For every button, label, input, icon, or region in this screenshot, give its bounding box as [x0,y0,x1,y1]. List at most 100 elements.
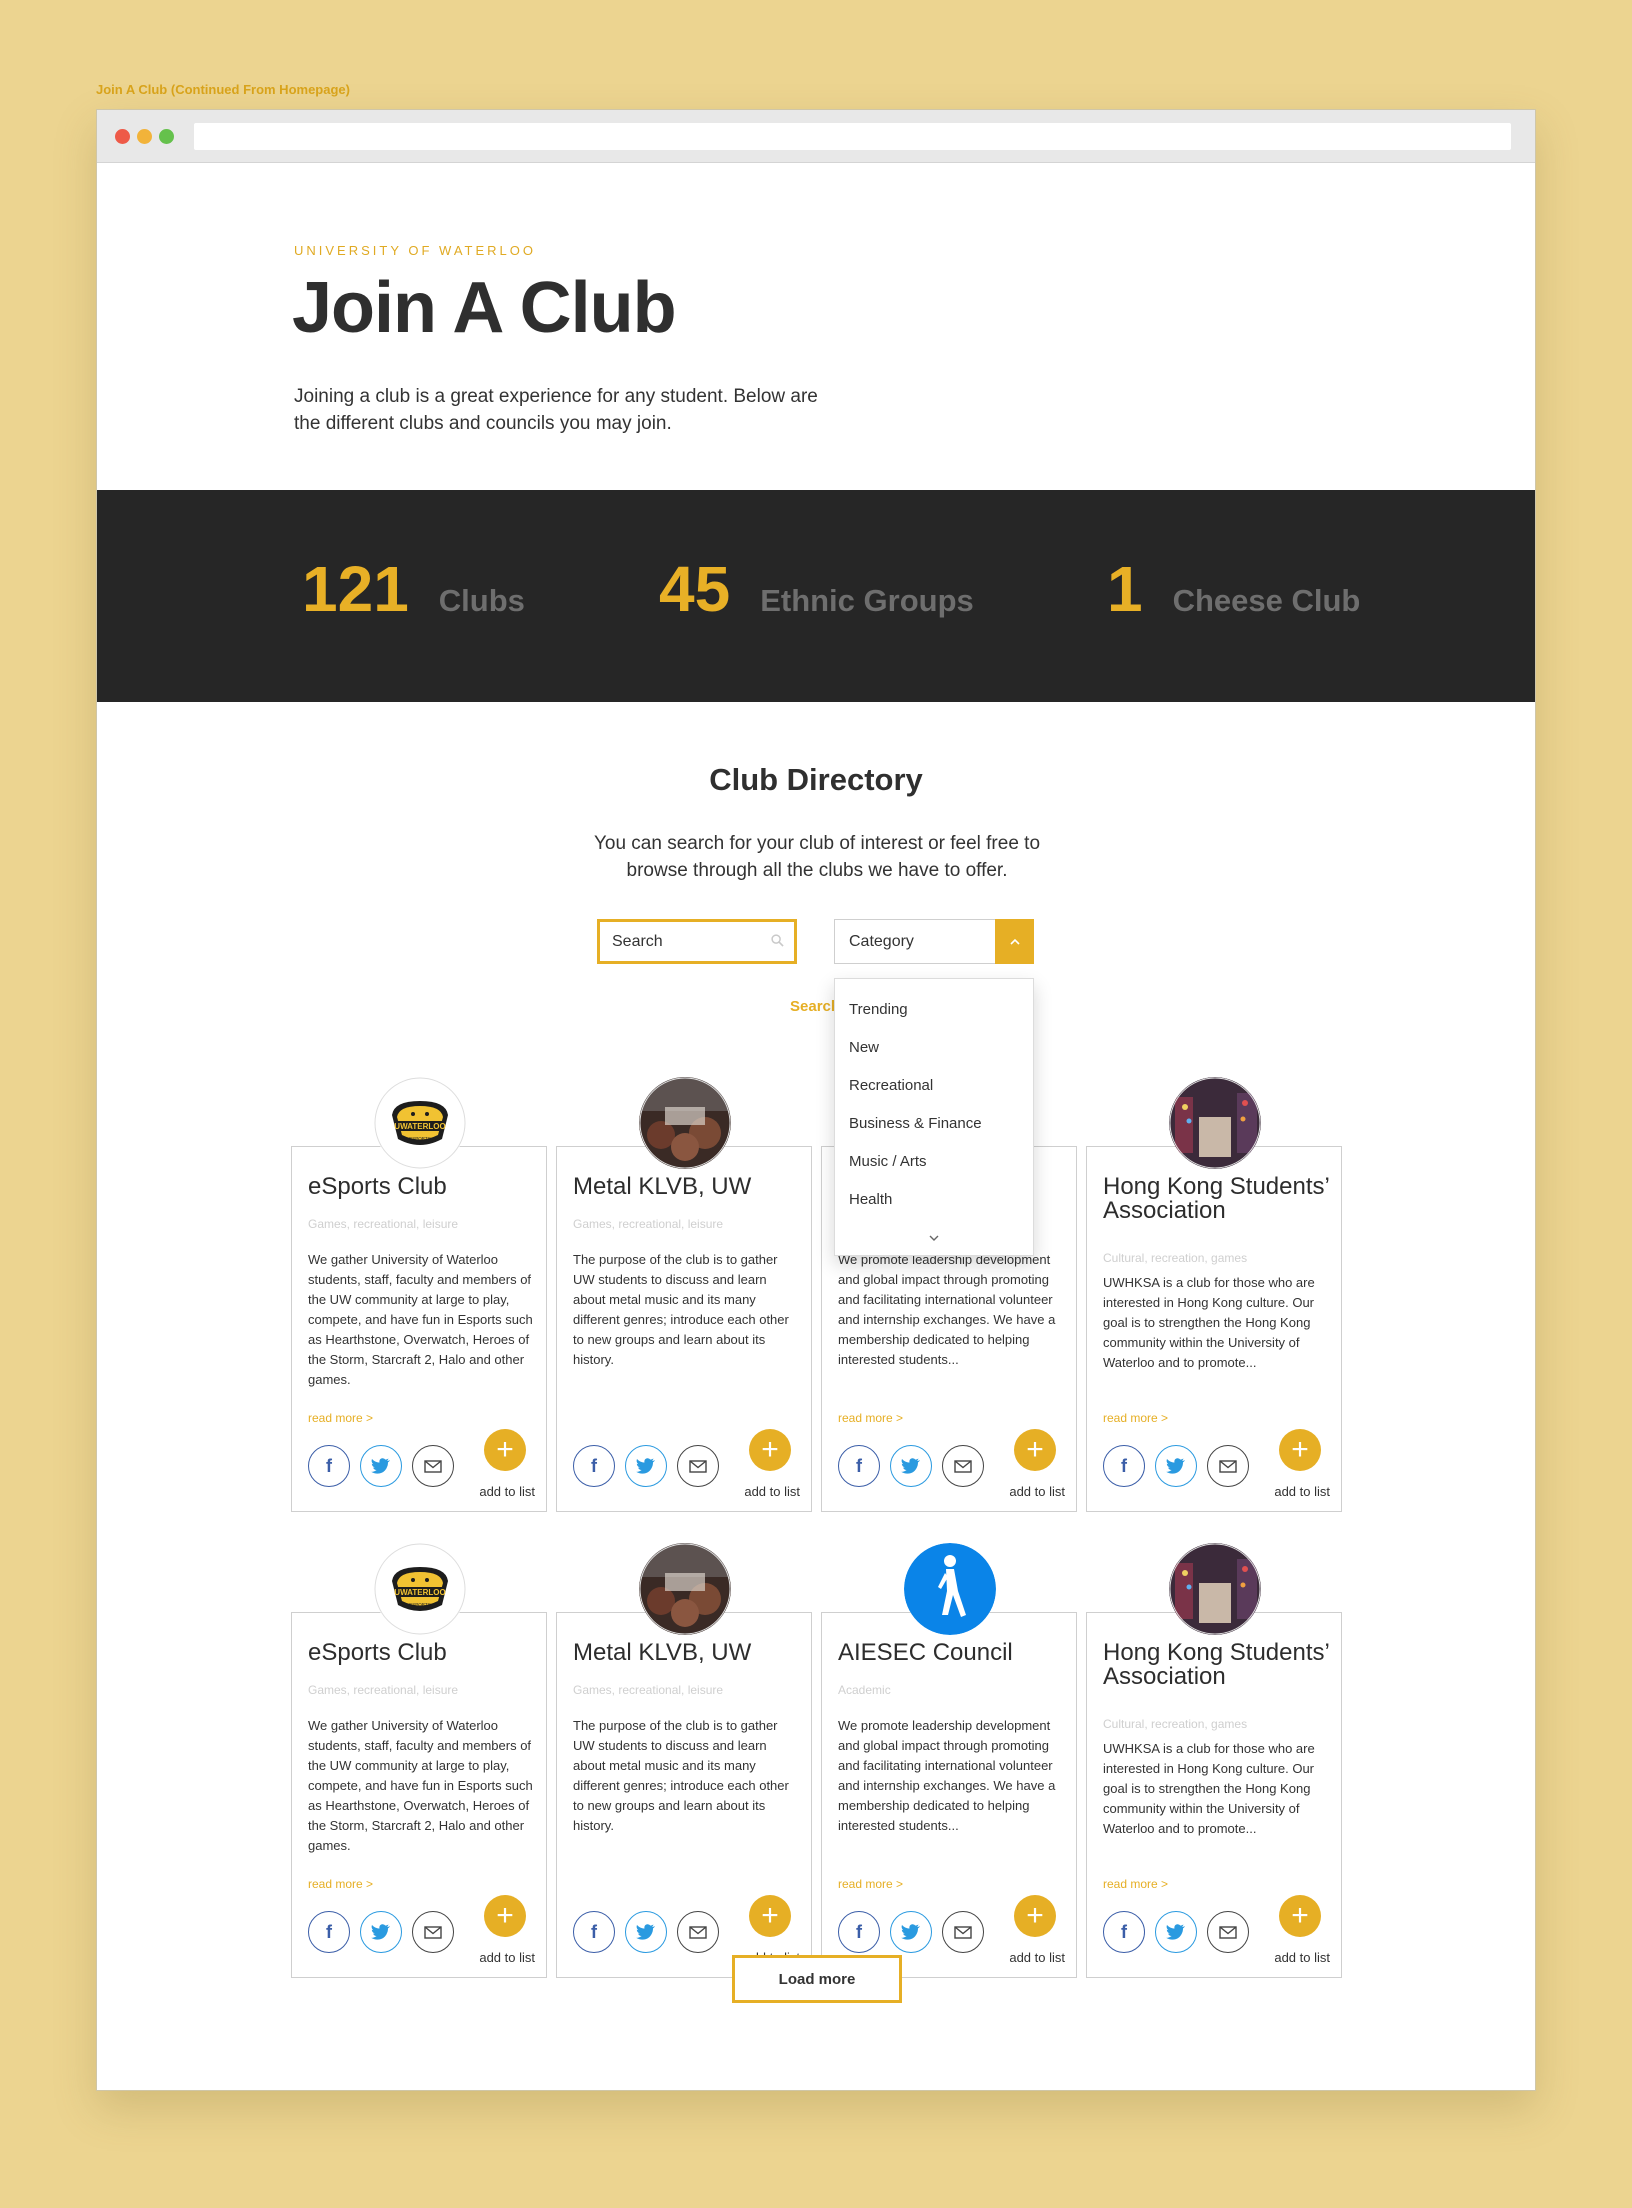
add-to-list-button[interactable]: + [484,1429,526,1471]
facebook-icon[interactable]: f [308,1911,350,1953]
club-name[interactable]: eSports Club [308,1175,540,1199]
club-avatar: UWATERLOO ESPORTS [374,1543,466,1635]
club-name[interactable]: eSports Club [308,1641,540,1665]
email-icon[interactable] [412,1445,454,1487]
club-card[interactable]: Metal KLVB, UW Games, recreational, leisu… [556,1543,812,1978]
read-more-link[interactable]: read more > [308,1411,373,1425]
add-to-list-label[interactable]: add to list [1274,1484,1330,1499]
add-to-list-button[interactable]: + [749,1429,791,1471]
facebook-icon[interactable]: f [1103,1445,1145,1487]
club-card[interactable]: Hong Kong Students’ Association Cultural,… [1086,1077,1342,1512]
category-select[interactable]: Category [834,919,1034,964]
email-icon[interactable] [942,1445,984,1487]
add-to-list-button[interactable]: + [1014,1429,1056,1471]
read-more-link[interactable]: read more > [1103,1877,1168,1891]
page-caption: Join A Club (Continued From Homepage) [96,82,350,97]
page-title: Join A Club [292,268,677,348]
facebook-icon[interactable]: f [838,1911,880,1953]
add-to-list-button[interactable]: + [1279,1429,1321,1471]
dropdown-option-recreational[interactable]: Recreational [835,1067,1033,1105]
twitter-icon[interactable] [890,1911,932,1953]
read-more-link[interactable]: read more > [1103,1411,1168,1425]
facebook-icon[interactable]: f [838,1445,880,1487]
close-window-dot[interactable] [115,129,130,144]
esports-logo-subtext: ESPORTS [409,1136,430,1141]
club-directory: Club Directory You can search for your c… [97,702,1535,2092]
add-to-list-label[interactable]: add to list [1274,1950,1330,1965]
stat-label: Clubs [438,583,525,618]
club-name[interactable]: Hong Kong Students’ Association [1103,1175,1335,1223]
dropdown-option-new[interactable]: New [835,1029,1033,1067]
search-link[interactable]: Search [790,998,840,1015]
dropdown-option-health[interactable]: Health [835,1181,1033,1219]
search-box[interactable] [597,919,797,964]
twitter-icon[interactable] [625,1445,667,1487]
stat-number: 1 [1107,553,1143,625]
twitter-icon[interactable] [360,1911,402,1953]
add-to-list-label[interactable]: add to list [479,1484,535,1499]
club-card[interactable]: UWATERLOO ESPORTS eSports Club Games, recre… [291,1543,547,1978]
email-icon[interactable] [1207,1911,1249,1953]
city-photo [1169,1543,1261,1635]
add-to-list-label[interactable]: add to list [1009,1484,1065,1499]
read-more-link[interactable]: read more > [308,1877,373,1891]
club-description: The purpose of the club is to gather UW … [573,1718,789,1833]
chevron-down-icon[interactable] [927,1233,941,1243]
club-name[interactable]: Metal KLVB, UW [573,1641,805,1665]
club-name[interactable]: Metal KLVB, UW [573,1175,805,1199]
email-icon[interactable] [1207,1445,1249,1487]
dropdown-option-music-arts[interactable]: Music / Arts [835,1143,1033,1181]
chevron-up-icon[interactable] [995,919,1034,964]
stat-label: Cheese Club [1172,583,1361,618]
club-tags: Games, recreational, leisure [573,1683,724,1697]
twitter-icon[interactable] [1155,1445,1197,1487]
facebook-icon[interactable]: f [573,1911,615,1953]
maximize-window-dot[interactable] [159,129,174,144]
add-to-list-button[interactable]: + [1279,1895,1321,1937]
email-icon[interactable] [412,1911,454,1953]
add-to-list-label[interactable]: add to list [479,1950,535,1965]
club-card[interactable]: UWATERLOO ESPORTS eSports Club Games, recre… [291,1077,547,1512]
search-input[interactable] [612,932,762,951]
add-to-list-label[interactable]: add to list [1009,1950,1065,1965]
add-to-list-button[interactable]: + [1014,1895,1056,1937]
club-description: The purpose of the club is to gather UW … [573,1252,789,1367]
club-name[interactable]: Hong Kong Students’ Association [1103,1641,1335,1689]
dropdown-option-trending[interactable]: Trending [835,991,1033,1029]
hero-eyebrow: UNIVERSITY OF WATERLOO [294,243,537,258]
club-name[interactable]: AIESEC Council [838,1641,1070,1665]
add-to-list-button[interactable]: + [484,1895,526,1937]
search-icon[interactable] [771,934,784,947]
add-to-list-button[interactable]: + [749,1895,791,1937]
twitter-icon[interactable] [1155,1911,1197,1953]
email-icon[interactable] [942,1911,984,1953]
load-more-button[interactable]: Load more [732,1955,902,2003]
twitter-icon[interactable] [625,1911,667,1953]
club-tags: Games, recreational, leisure [308,1217,459,1231]
read-more-link[interactable]: read more > [838,1877,903,1891]
browser-window: UNIVERSITY OF WATERLOO Join A Club Joini… [96,109,1536,2091]
facebook-icon[interactable]: f [1103,1911,1145,1953]
address-bar[interactable] [194,123,1511,150]
club-description: We gather University of Waterloo student… [308,1252,533,1387]
facebook-icon[interactable]: f [308,1445,350,1487]
stats-band: 121 Clubs 45 Ethnic Groups 1 Cheese Club [97,490,1535,702]
read-more-link[interactable]: read more > [838,1411,903,1425]
club-description: We promote leadership development and gl… [838,1252,1056,1367]
twitter-icon[interactable] [360,1445,402,1487]
dropdown-option-business-finance[interactable]: Business & Finance [835,1105,1033,1143]
club-card[interactable]: AIESEC Council Academic We promote leaders… [821,1543,1077,1978]
club-card[interactable]: Hong Kong Students’ Association Cultural,… [1086,1543,1342,1978]
minimize-window-dot[interactable] [137,129,152,144]
club-tags: Games, recreational, leisure [573,1217,724,1231]
club-avatar [1169,1543,1261,1635]
twitter-icon[interactable] [890,1445,932,1487]
add-to-list-label[interactable]: add to list [744,1484,800,1499]
club-description: UWHKSA is a club for those who are inter… [1103,1741,1315,1836]
facebook-icon[interactable]: f [573,1445,615,1487]
email-icon[interactable] [677,1911,719,1953]
club-avatar [639,1543,731,1635]
email-icon[interactable] [677,1445,719,1487]
hero-section: UNIVERSITY OF WATERLOO Join A Club Joini… [97,163,1535,490]
club-card[interactable]: Metal KLVB, UW Games, recreational, leisu… [556,1077,812,1512]
